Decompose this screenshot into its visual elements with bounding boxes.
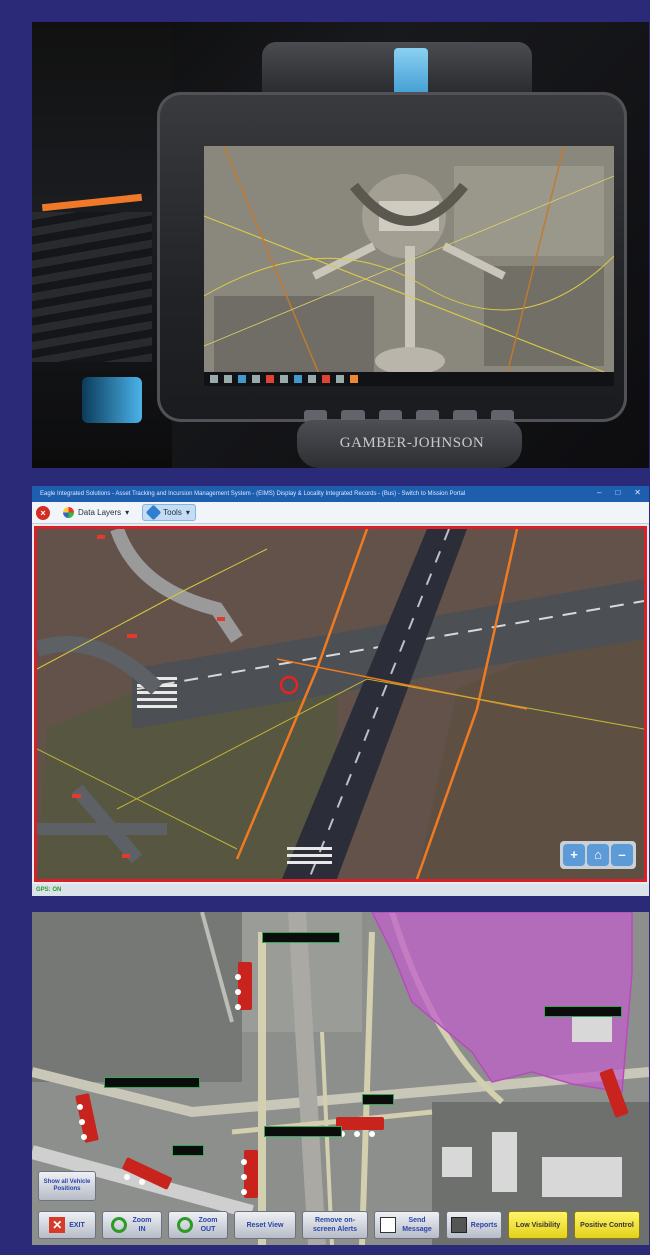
taskbar-app-icon[interactable] [266,375,274,383]
taskbar-app-icon[interactable] [224,375,232,383]
window-title-bar: Eagle Integrated Solutions - Asset Track… [32,486,649,502]
taskbar-app-icon[interactable] [308,375,316,383]
low-visibility-button[interactable]: Low Visibility [508,1211,568,1239]
vehicle-tag[interactable] [362,1094,394,1105]
zoom-out-icon [177,1217,193,1233]
vehicle-tag[interactable] [104,1077,200,1088]
tablet-photo-panel: GAMBER-JOHNSON [32,22,649,468]
gps-status: GPS: ON [32,884,649,896]
chevron-down-icon: ▾ [125,508,130,517]
vehicle-tag[interactable] [262,932,340,943]
dashboard-display [82,377,142,423]
zoom-in-icon [111,1217,127,1233]
tracking-toolbar: ✕ EXIT Zoom IN Zoom OUT Reset View Remov… [32,1205,649,1245]
vehicle-tag[interactable] [544,1006,622,1017]
runway-map-view[interactable]: + ⌂ – [34,526,647,882]
data-layers-label: Data Layers [78,508,122,517]
tools-menu[interactable]: Tools ▾ [142,504,196,521]
close-icon: ✕ [49,1217,66,1233]
zoom-out-button[interactable]: Zoom OUT [168,1211,228,1239]
window-controls: – □ ✕ [597,488,641,497]
reports-button[interactable]: Reports [446,1211,502,1239]
composite-frame: GAMBER-JOHNSON Eagle Integrated Solution… [0,0,650,1255]
positive-control-button[interactable]: Positive Control [574,1211,640,1239]
exit-button[interactable]: ✕ EXIT [38,1211,96,1239]
home-icon[interactable]: ⌂ [587,844,609,866]
tools-label: Tools [163,508,182,517]
reports-label: Reports [470,1221,498,1229]
application-window-panel: Eagle Integrated Solutions - Asset Track… [32,486,649,896]
layers-icon [63,507,74,518]
vehicle-tag[interactable] [264,1126,342,1137]
envelope-icon [380,1217,396,1233]
taskbar-app-icon[interactable] [252,375,260,383]
vehicle-tracking-panel: Show all Vehicle Positions ✕ EXIT Zoom I… [32,912,649,1245]
exit-label: EXIT [69,1221,85,1229]
app-toolbar: × Data Layers ▾ Tools ▾ [32,502,649,524]
taskbar-app-icon[interactable] [322,375,330,383]
map-zoom-controls: + ⌂ – [560,841,636,869]
reset-view-button[interactable]: Reset View [234,1211,296,1239]
runway-aerial-image [37,529,644,879]
send-message-button[interactable]: Send Message [374,1211,440,1239]
tablet-screen [204,146,614,386]
tools-icon [145,504,162,521]
taskbar-app-icon[interactable] [280,375,288,383]
taskbar-app-icon[interactable] [238,375,246,383]
taskbar-app-icon[interactable] [350,375,358,383]
remove-alerts-button[interactable]: Remove on-screen Alerts [302,1211,368,1239]
airport-aerial-image [204,146,614,386]
windows-taskbar [204,372,614,386]
zoom-out-icon[interactable]: – [611,844,633,866]
taskbar-app-icon[interactable] [294,375,302,383]
data-layers-menu[interactable]: Data Layers ▾ [58,505,134,520]
minimize-icon[interactable]: – [597,488,601,497]
start-icon[interactable] [210,375,218,383]
zoom-out-label: Zoom OUT [198,1217,218,1233]
taskbar-app-icon[interactable] [336,375,344,383]
vehicle-tag[interactable] [172,1145,204,1156]
report-icon [450,1217,467,1233]
maximize-icon[interactable]: □ [615,488,620,497]
app-close-button[interactable]: × [36,505,50,520]
show-all-vehicles-button[interactable]: Show all Vehicle Positions [38,1171,96,1201]
zoom-in-label: Zoom IN [132,1217,152,1233]
send-message-label: Send Message [402,1217,432,1233]
air-vent [32,212,152,362]
zoom-in-button[interactable]: Zoom IN [102,1211,162,1239]
close-icon[interactable]: ✕ [634,488,641,497]
chevron-down-icon: ▾ [185,508,190,517]
mount-brand-logo: GAMBER-JOHNSON [339,435,485,451]
zoom-in-icon[interactable]: + [563,844,585,866]
